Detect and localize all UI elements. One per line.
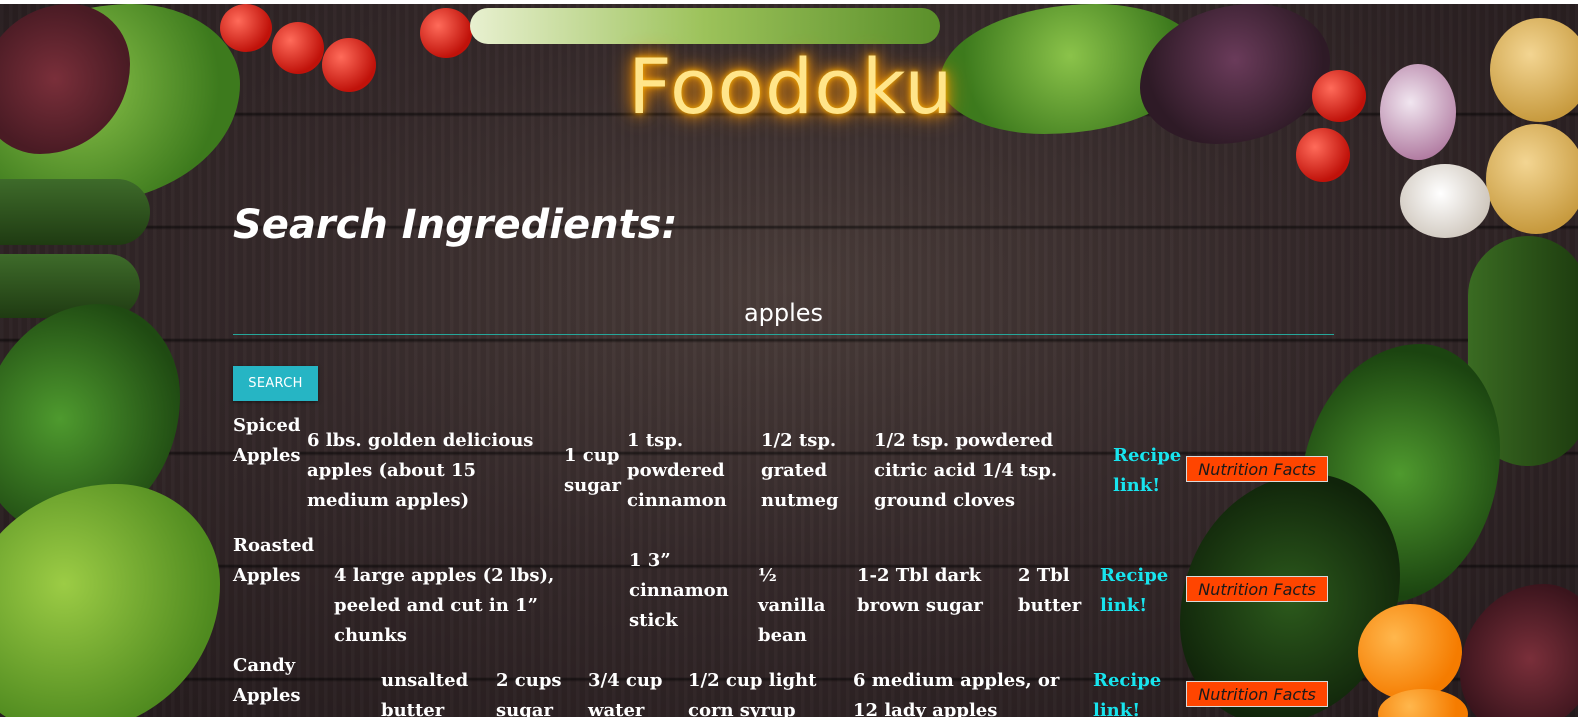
recipe-link[interactable]: Recipe link!: [1113, 441, 1183, 501]
ingredient: 6 medium apples, or 12 lady apples: [853, 670, 1060, 717]
nutrition-facts-button[interactable]: Nutrition Facts: [1186, 576, 1328, 602]
tomato-decoration: [220, 4, 272, 52]
nutrition-facts-button[interactable]: Nutrition Facts: [1186, 456, 1328, 482]
recipe-name: Candy Apples recipes: [233, 655, 306, 717]
tomato-decoration: [1296, 128, 1350, 182]
nutrition-facts-button[interactable]: Nutrition Facts: [1186, 681, 1328, 707]
ingredient: 1/2 cup light corn syrup: [688, 670, 817, 717]
ingredient: ½ vanilla bean: [758, 565, 826, 646]
ingredient: 2 cups sugar: [496, 670, 562, 717]
ingredient: 3/4 cup water: [588, 670, 663, 717]
ingredient: 6 lbs. golden delicious apples (about 15…: [307, 430, 534, 511]
ingredient: 2 Tbl butter: [1018, 565, 1082, 616]
ingredient: 1 tsp. powdered cinnamon: [627, 430, 727, 511]
search-input[interactable]: [233, 292, 1334, 335]
lettuce-decoration: [0, 484, 220, 717]
app-title: Foodoku: [628, 42, 954, 131]
potato-decoration: [1490, 18, 1578, 122]
recipe-name: Roasted Apples: [233, 535, 315, 586]
recipe-link[interactable]: Recipe link!: [1100, 561, 1170, 621]
tomato-decoration: [420, 8, 472, 58]
onion-decoration: [1380, 64, 1456, 160]
ingredient: 1 3” cinnamon stick: [629, 550, 729, 631]
ingredient: unsalted butter: [381, 670, 469, 717]
ingredient: 1-2 Tbl dark brown sugar: [857, 565, 983, 616]
recipe-name: Spiced Apples: [233, 415, 301, 466]
ingredient: 4 large apples (2 lbs), peeled and cut i…: [334, 565, 555, 646]
search-button[interactable]: SEARCH: [233, 366, 318, 401]
tomato-decoration: [272, 22, 324, 74]
ingredient: 1/2 tsp. grated nutmeg: [761, 430, 839, 511]
search-heading: Search Ingredients:: [233, 202, 678, 248]
cucumber-decoration: [0, 179, 150, 245]
green-onion-decoration: [470, 8, 940, 44]
orange-decoration: [1358, 604, 1462, 700]
tomato-decoration: [1312, 70, 1366, 122]
garlic-decoration: [1400, 164, 1490, 238]
ingredient: 1/2 tsp. powdered citric acid 1/4 tsp. g…: [874, 430, 1058, 511]
tomato-decoration: [322, 38, 376, 92]
recipe-link[interactable]: Recipe link!: [1093, 666, 1163, 717]
potato-decoration: [1486, 124, 1578, 234]
ingredient: 1 cup sugar: [564, 445, 621, 496]
red-lettuce-decoration: [1460, 584, 1578, 717]
